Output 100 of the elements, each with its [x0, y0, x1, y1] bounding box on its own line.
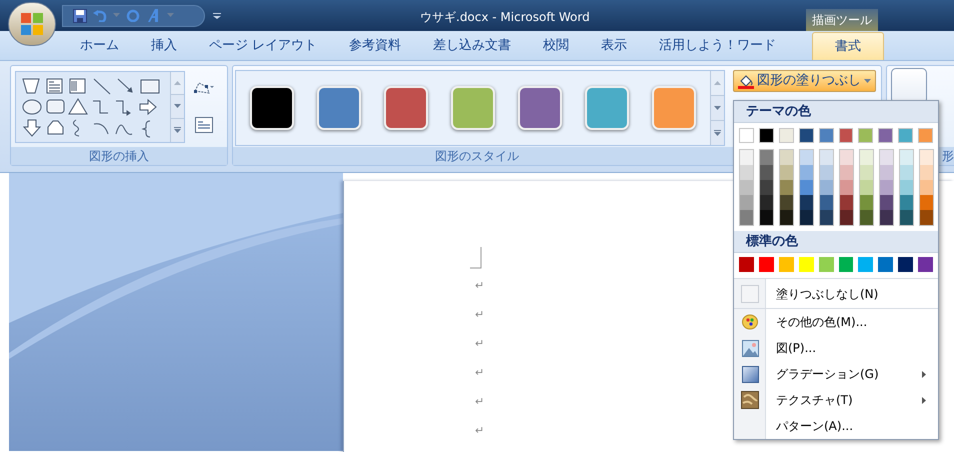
shape-style-swatch[interactable] [317, 86, 361, 130]
color-swatch[interactable] [898, 257, 914, 272]
color-swatch[interactable] [920, 165, 933, 180]
ribbon-tab[interactable]: 活用しよう！ワード [649, 32, 786, 60]
ribbon-tab[interactable]: ホーム [70, 32, 129, 60]
scroll-down-button[interactable] [711, 96, 724, 121]
color-swatch[interactable] [900, 210, 913, 225]
shape-style-swatch[interactable] [518, 86, 562, 130]
color-swatch[interactable] [880, 210, 893, 225]
save-icon[interactable] [73, 8, 87, 22]
color-swatch[interactable] [800, 180, 813, 195]
color-swatch[interactable] [780, 150, 793, 165]
color-swatch[interactable] [840, 150, 853, 165]
color-swatch[interactable] [760, 150, 773, 165]
ribbon-tab[interactable]: ページ レイアウト [199, 32, 328, 60]
color-swatch[interactable] [900, 195, 913, 210]
ribbon-tab[interactable]: 書式 [812, 32, 884, 60]
color-swatch[interactable] [900, 180, 913, 195]
color-swatch[interactable] [920, 180, 933, 195]
color-swatch[interactable] [760, 195, 773, 210]
menu-item[interactable]: その他の色(M)... [734, 309, 938, 335]
color-swatch[interactable] [860, 180, 873, 195]
color-swatch[interactable] [740, 195, 753, 210]
color-swatch[interactable] [860, 150, 873, 165]
color-swatch[interactable] [760, 180, 773, 195]
undo-icon[interactable] [93, 10, 107, 22]
color-swatch[interactable] [780, 180, 793, 195]
color-swatch[interactable] [860, 210, 873, 225]
menu-item[interactable]: テクスチャ(T) [734, 387, 938, 413]
ribbon-tab[interactable]: 挿入 [141, 32, 187, 60]
menu-item[interactable]: 図(P)... [734, 335, 938, 361]
customize-caret-icon[interactable] [213, 12, 221, 18]
text-style-icon[interactable] [146, 8, 161, 23]
color-swatch[interactable] [740, 210, 753, 225]
color-swatch[interactable] [878, 128, 894, 143]
color-swatch[interactable] [820, 150, 833, 165]
color-swatch[interactable] [760, 165, 773, 180]
color-swatch[interactable] [820, 210, 833, 225]
color-swatch[interactable] [800, 165, 813, 180]
color-swatch[interactable] [740, 150, 753, 165]
color-swatch[interactable] [838, 128, 854, 143]
scroll-up-button[interactable] [171, 72, 184, 96]
color-swatch[interactable] [900, 150, 913, 165]
color-swatch[interactable] [840, 195, 853, 210]
color-swatch[interactable] [758, 257, 774, 272]
ribbon-tab[interactable]: 差し込み文書 [423, 32, 522, 60]
color-swatch[interactable] [920, 150, 933, 165]
color-swatch[interactable] [880, 150, 893, 165]
color-swatch[interactable] [878, 257, 894, 272]
color-swatch[interactable] [778, 128, 794, 143]
color-swatch[interactable] [780, 210, 793, 225]
color-swatch[interactable] [900, 165, 913, 180]
color-swatch[interactable] [858, 128, 874, 143]
color-swatch[interactable] [918, 128, 934, 143]
menu-item[interactable]: パターン(A)... [734, 413, 938, 439]
color-swatch[interactable] [840, 210, 853, 225]
color-swatch[interactable] [818, 257, 834, 272]
color-swatch[interactable] [858, 257, 874, 272]
color-swatch[interactable] [820, 195, 833, 210]
color-swatch[interactable] [760, 210, 773, 225]
menu-item[interactable]: 塗りつぶしなし(N) [734, 279, 938, 309]
ribbon-tab[interactable]: 校閲 [533, 32, 580, 60]
color-swatch[interactable] [780, 165, 793, 180]
color-swatch[interactable] [840, 165, 853, 180]
shape-style-swatch[interactable] [451, 86, 495, 130]
color-swatch[interactable] [798, 257, 814, 272]
color-swatch[interactable] [780, 195, 793, 210]
color-swatch[interactable] [918, 257, 934, 272]
color-swatch[interactable] [739, 128, 754, 143]
shape-style-swatch[interactable] [250, 86, 294, 130]
color-swatch[interactable] [778, 257, 794, 272]
color-swatch[interactable] [898, 128, 914, 143]
shape-style-swatch[interactable] [384, 86, 428, 130]
menu-item[interactable]: グラデーション(G) [734, 361, 938, 387]
color-swatch[interactable] [800, 210, 813, 225]
color-swatch[interactable] [758, 128, 774, 143]
color-swatch[interactable] [838, 257, 854, 272]
color-swatch[interactable] [880, 195, 893, 210]
color-swatch[interactable] [880, 180, 893, 195]
color-swatch[interactable] [740, 165, 753, 180]
text-box-icon[interactable] [195, 116, 213, 132]
color-swatch[interactable] [740, 180, 753, 195]
color-swatch[interactable] [739, 257, 754, 272]
color-swatch[interactable] [800, 150, 813, 165]
color-swatch[interactable] [800, 195, 813, 210]
shape-fill-button[interactable]: 図形の塗りつぶし [733, 70, 876, 92]
color-swatch[interactable] [920, 210, 933, 225]
shape-style-swatch[interactable] [652, 86, 696, 130]
color-swatch[interactable] [860, 195, 873, 210]
more-button[interactable] [711, 121, 724, 145]
redo-icon[interactable] [126, 9, 140, 22]
color-swatch[interactable] [798, 128, 814, 143]
color-swatch[interactable] [820, 165, 833, 180]
color-swatch[interactable] [880, 165, 893, 180]
ribbon-tab[interactable]: 参考資料 [339, 32, 412, 60]
edit-shape-icon[interactable] [193, 80, 215, 94]
color-swatch[interactable] [818, 128, 834, 143]
color-swatch[interactable] [860, 165, 873, 180]
color-swatch[interactable] [820, 180, 833, 195]
color-swatch[interactable] [920, 195, 933, 210]
